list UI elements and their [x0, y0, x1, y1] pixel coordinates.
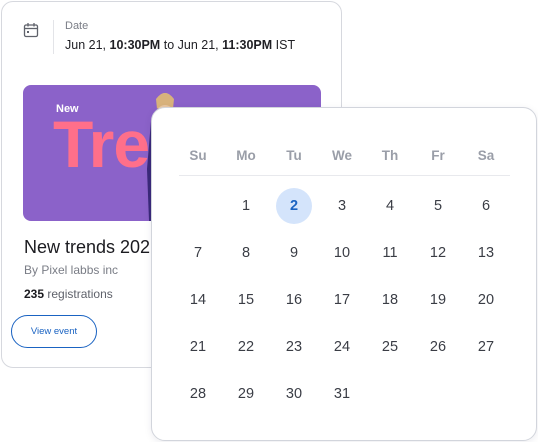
date-label: Date: [65, 20, 89, 32]
calendar-day[interactable]: 21: [180, 329, 216, 365]
weekday-label: Tu: [286, 148, 302, 163]
calendar-day[interactable]: 20: [468, 282, 504, 318]
weekday-label: Sa: [477, 148, 495, 163]
view-event-button[interactable]: View event: [11, 315, 97, 348]
event-title[interactable]: New trends 2021: [24, 237, 160, 258]
date-start-day: Jun 21,: [65, 38, 107, 52]
calendar-day[interactable]: 27: [468, 329, 504, 365]
calendar-day[interactable]: 26: [420, 329, 456, 365]
calendar-icon: [23, 23, 39, 38]
calendar-day[interactable]: 11: [372, 235, 408, 271]
calendar-day[interactable]: 28: [180, 376, 216, 412]
calendar-popup: Su Mo Tu We Th Fr Sa 1 2 3 4 5 6 7 8 9 10 11 12 13 14 15 16 17…: [151, 107, 537, 441]
calendar-day[interactable]: 4: [372, 188, 408, 224]
weekday-label: Mo: [236, 148, 256, 163]
calendar-day[interactable]: 29: [228, 376, 264, 412]
weekday-label: Fr: [431, 148, 445, 163]
event-organizer: By Pixel labbs inc: [24, 263, 119, 277]
calendar-day[interactable]: 23: [276, 329, 312, 365]
calendar-day[interactable]: 1: [228, 188, 264, 224]
weekday-label: Su: [189, 148, 207, 163]
calendar-day[interactable]: 12: [420, 235, 456, 271]
weekday-header: Su Mo Tu We Th Fr Sa: [174, 148, 510, 164]
calendar-day[interactable]: 6: [468, 188, 504, 224]
event-date-row: Date Jun 21, 10:30PM to Jun 21, 11:30PM …: [22, 18, 332, 58]
event-registrations: 235 registrations: [24, 287, 113, 301]
calendar-day[interactable]: 24: [324, 329, 360, 365]
calendar-day[interactable]: 5: [420, 188, 456, 224]
date-end-time: 11:30PM: [222, 38, 273, 52]
weekday-label: Th: [381, 148, 399, 163]
calendar-day[interactable]: 16: [276, 282, 312, 318]
weekday-label: We: [331, 148, 352, 163]
date-divider: [53, 20, 54, 54]
calendar-day[interactable]: 10: [324, 235, 360, 271]
calendar-day[interactable]: 25: [372, 329, 408, 365]
calendar-day[interactable]: 18: [372, 282, 408, 318]
date-end-day: Jun 21,: [177, 38, 219, 52]
calendar-day[interactable]: 8: [228, 235, 264, 271]
registration-count: 235: [24, 287, 45, 301]
date-to: to: [163, 38, 175, 52]
calendar-day[interactable]: 3: [324, 188, 360, 224]
calendar-day-selected[interactable]: 2: [276, 188, 312, 224]
calendar-day[interactable]: 22: [228, 329, 264, 365]
stage: Date Jun 21, 10:30PM to Jun 21, 11:30PM …: [0, 0, 538, 442]
date-start-time: 10:30PM: [109, 38, 161, 52]
calendar-day[interactable]: 15: [228, 282, 264, 318]
calendar-day[interactable]: 19: [420, 282, 456, 318]
date-timezone: IST: [275, 38, 296, 52]
calendar-day[interactable]: 31: [324, 376, 360, 412]
calendar-day[interactable]: 9: [276, 235, 312, 271]
calendar-day[interactable]: 30: [276, 376, 312, 412]
registration-label: registrations: [47, 287, 113, 301]
calendar-day[interactable]: 14: [180, 282, 216, 318]
date-value: Jun 21, 10:30PM to Jun 21, 11:30PM IST: [65, 38, 295, 52]
calendar-day[interactable]: 7: [180, 235, 216, 271]
calendar-day[interactable]: 13: [468, 235, 504, 271]
calendar-day[interactable]: 17: [324, 282, 360, 318]
calendar-divider: [179, 175, 510, 176]
